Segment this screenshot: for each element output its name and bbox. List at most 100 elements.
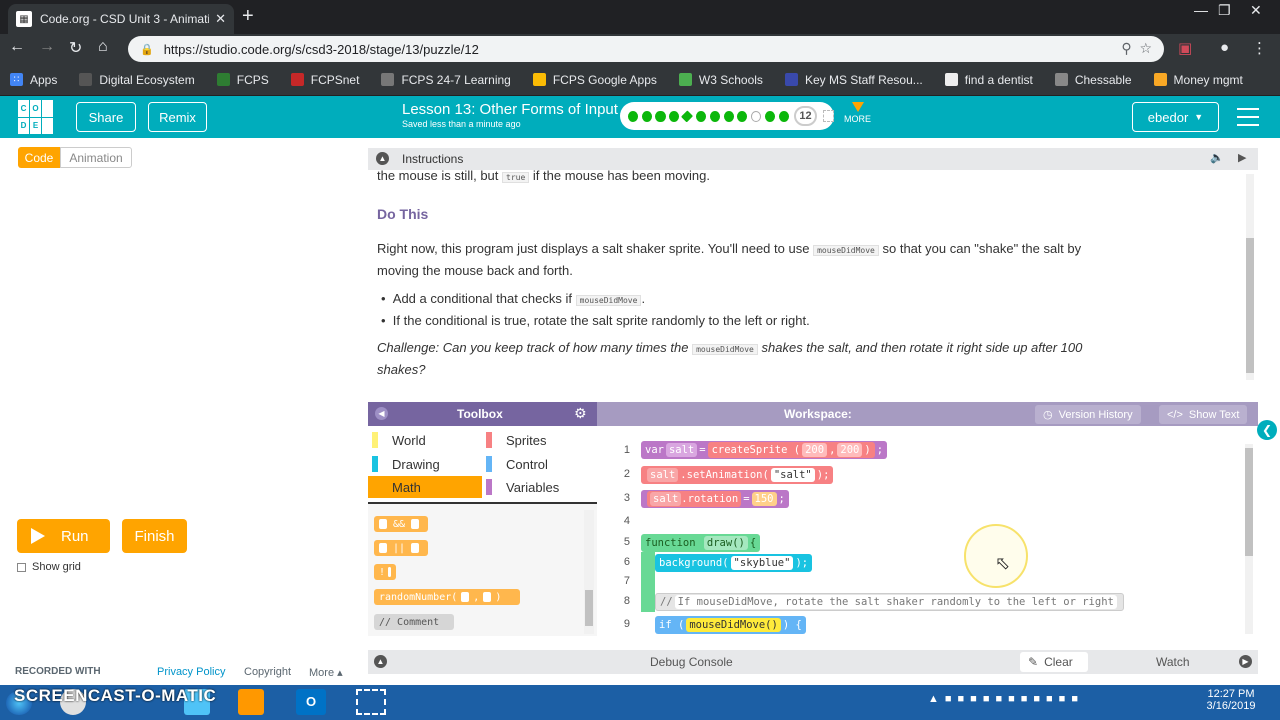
zoom-and-star-icons[interactable]: ⚲ ☆	[1121, 40, 1152, 57]
collapse-icon[interactable]: ▲	[376, 152, 389, 165]
clock[interactable]: 12:27 PM 3/16/2019	[1201, 688, 1261, 712]
category-sprites[interactable]: Sprites	[486, 432, 546, 448]
code-workspace[interactable]: 1 2 3 4 5 6 7 8 9 var salt = createSprit…	[597, 426, 1258, 636]
level-dot[interactable]	[696, 110, 707, 122]
current-level-bubble[interactable]: 12	[794, 106, 817, 126]
create-sprite-block[interactable]: createSprite (200, 200)	[707, 442, 875, 458]
checkbox[interactable]	[17, 562, 26, 572]
clear-console-button[interactable]: ✎ Clear	[1020, 652, 1088, 672]
level-dot[interactable]	[641, 110, 652, 122]
category-variables[interactable]: Variables	[486, 479, 559, 495]
reload-icon[interactable]: ↻	[69, 38, 82, 58]
expand-panel-icon[interactable]: ❮	[1257, 420, 1277, 440]
codeorg-logo[interactable]: C O D E	[18, 100, 54, 134]
set-animation-block[interactable]: salt .setAnimation( "salt");	[641, 466, 834, 484]
level-dot[interactable]	[764, 110, 776, 122]
category-math[interactable]: Math	[368, 476, 482, 498]
speaker-icon[interactable]: 🔈	[1210, 151, 1224, 164]
restore-icon[interactable]: ❐	[1218, 2, 1231, 19]
watch-label[interactable]: Watch	[1156, 655, 1190, 669]
level-dot[interactable]	[778, 110, 789, 122]
home-icon[interactable]: ⌂	[98, 38, 108, 56]
set-rotation-block[interactable]: salt .rotation = 150;	[641, 490, 789, 508]
privacy-policy-link[interactable]: Privacy Policy	[157, 666, 225, 678]
play-audio-icon[interactable]: ▶	[1238, 151, 1246, 164]
collapse-toolbox-icon[interactable]: ◀	[375, 407, 388, 420]
version-history-button[interactable]: ◷ Version History	[1035, 405, 1141, 424]
level-diamond[interactable]	[680, 109, 694, 123]
remix-button[interactable]: Remix	[148, 102, 207, 132]
level-dot[interactable]	[737, 110, 748, 122]
level-dot[interactable]	[669, 110, 680, 122]
finish-button[interactable]: Finish	[122, 519, 187, 553]
media-player-icon[interactable]	[238, 689, 264, 715]
show-grid-toggle[interactable]: Show grid	[17, 561, 81, 573]
palette-scrollbar[interactable]	[584, 510, 594, 634]
level-dot[interactable]	[723, 110, 734, 122]
or-block[interactable]: ||	[374, 540, 428, 556]
system-tray-icons[interactable]: ▲■■■■■■■■■■■	[928, 693, 1084, 705]
more-footer-link[interactable]: More ▴	[309, 666, 343, 679]
outlook-icon[interactable]: O	[296, 689, 326, 715]
scrollbar-thumb[interactable]	[585, 590, 593, 626]
code-mode-tab[interactable]: Code	[18, 147, 60, 168]
comment-block[interactable]: // Comment	[374, 614, 454, 630]
bookmark-chessable[interactable]: Chessable	[1054, 73, 1132, 87]
function-draw-block[interactable]: function draw(){	[641, 534, 761, 552]
menu-kebab-icon[interactable]: ⋮	[1252, 39, 1267, 57]
game-stage-canvas[interactable]	[18, 172, 355, 509]
animation-mode-tab[interactable]: Animation	[60, 147, 132, 168]
bonus-level-icon[interactable]	[822, 110, 834, 122]
level-dot[interactable]	[655, 110, 666, 122]
snipping-tool-icon[interactable]	[356, 689, 386, 715]
back-icon[interactable]: ←	[9, 38, 25, 56]
more-levels-button[interactable]: MORE	[844, 102, 871, 124]
scrollbar-thumb[interactable]	[1246, 238, 1254, 373]
bookmark-key-ms-staff[interactable]: Key MS Staff Resou...	[784, 73, 923, 87]
show-text-button[interactable]: </> Show Text	[1159, 405, 1248, 424]
scrollbar-thumb[interactable]	[1245, 448, 1253, 556]
extension-icon[interactable]: ▣	[1178, 39, 1192, 57]
category-world[interactable]: World	[372, 432, 426, 448]
level-dot[interactable]	[709, 110, 720, 122]
lesson-title[interactable]: Lesson 13: Other Forms of Input	[402, 101, 618, 118]
user-menu-button[interactable]: ebedor ▼	[1132, 102, 1219, 132]
comment-line[interactable]: // If mouseDidMove, rotate the salt shak…	[655, 593, 1124, 611]
hamburger-menu-icon[interactable]	[1237, 108, 1259, 132]
instructions-scrollbar[interactable]	[1246, 174, 1254, 380]
forward-icon[interactable]: →	[39, 38, 55, 56]
bookmark-fcpsnet[interactable]: FCPSnet	[290, 73, 359, 87]
run-button[interactable]: Run	[17, 519, 110, 553]
expand-debug-icon[interactable]: ▲	[374, 655, 387, 668]
browser-tab[interactable]: ▦ Code.org - CSD Unit 3 - Animatio ✕	[8, 4, 234, 34]
profile-icon[interactable]: ●	[1220, 39, 1229, 56]
minimize-icon[interactable]: —	[1194, 2, 1208, 18]
close-window-icon[interactable]: ✕	[1250, 2, 1262, 19]
workspace-scrollbar[interactable]	[1245, 444, 1253, 634]
random-number-block[interactable]: randomNumber(,)	[374, 589, 520, 605]
if-block[interactable]: if (mouseDidMove()) {	[655, 616, 806, 634]
share-button[interactable]: Share	[76, 102, 136, 132]
category-drawing[interactable]: Drawing	[372, 456, 440, 472]
bookmark-fcps-google-apps[interactable]: FCPS Google Apps	[532, 73, 657, 87]
bookmark-apps[interactable]: ∷ Apps	[10, 73, 57, 87]
bookmark-digital-ecosystem[interactable]: Digital Ecosystem	[79, 73, 195, 87]
and-block[interactable]: &&	[374, 516, 428, 532]
address-bar[interactable]: 🔒 https://studio.code.org/s/csd3-2018/st…	[128, 36, 1164, 62]
bookmark-find-a-dentist[interactable]: find a dentist	[944, 73, 1033, 87]
gear-icon[interactable]: ⚙	[574, 405, 587, 422]
not-block[interactable]: !	[374, 564, 396, 580]
var-declaration-block[interactable]: var salt = createSprite (200, 200) ;	[641, 441, 888, 459]
bookmark-w3-schools[interactable]: W3 Schools	[678, 73, 763, 87]
expand-watch-icon[interactable]: ▶	[1239, 655, 1252, 668]
bookmark-money-mgmt[interactable]: Money mgmt	[1153, 73, 1243, 87]
category-control[interactable]: Control	[486, 456, 548, 472]
level-dot[interactable]	[628, 110, 639, 122]
level-dot[interactable]	[751, 110, 762, 122]
background-block[interactable]: background( "skyblue");	[655, 554, 813, 572]
bookmark-fcps[interactable]: FCPS	[216, 73, 269, 87]
bookmark-fcps-24-7[interactable]: FCPS 24-7 Learning	[381, 73, 511, 87]
new-tab-button[interactable]: +	[242, 5, 254, 28]
copyright-link[interactable]: Copyright	[244, 666, 291, 678]
close-tab-icon[interactable]: ✕	[215, 11, 226, 27]
